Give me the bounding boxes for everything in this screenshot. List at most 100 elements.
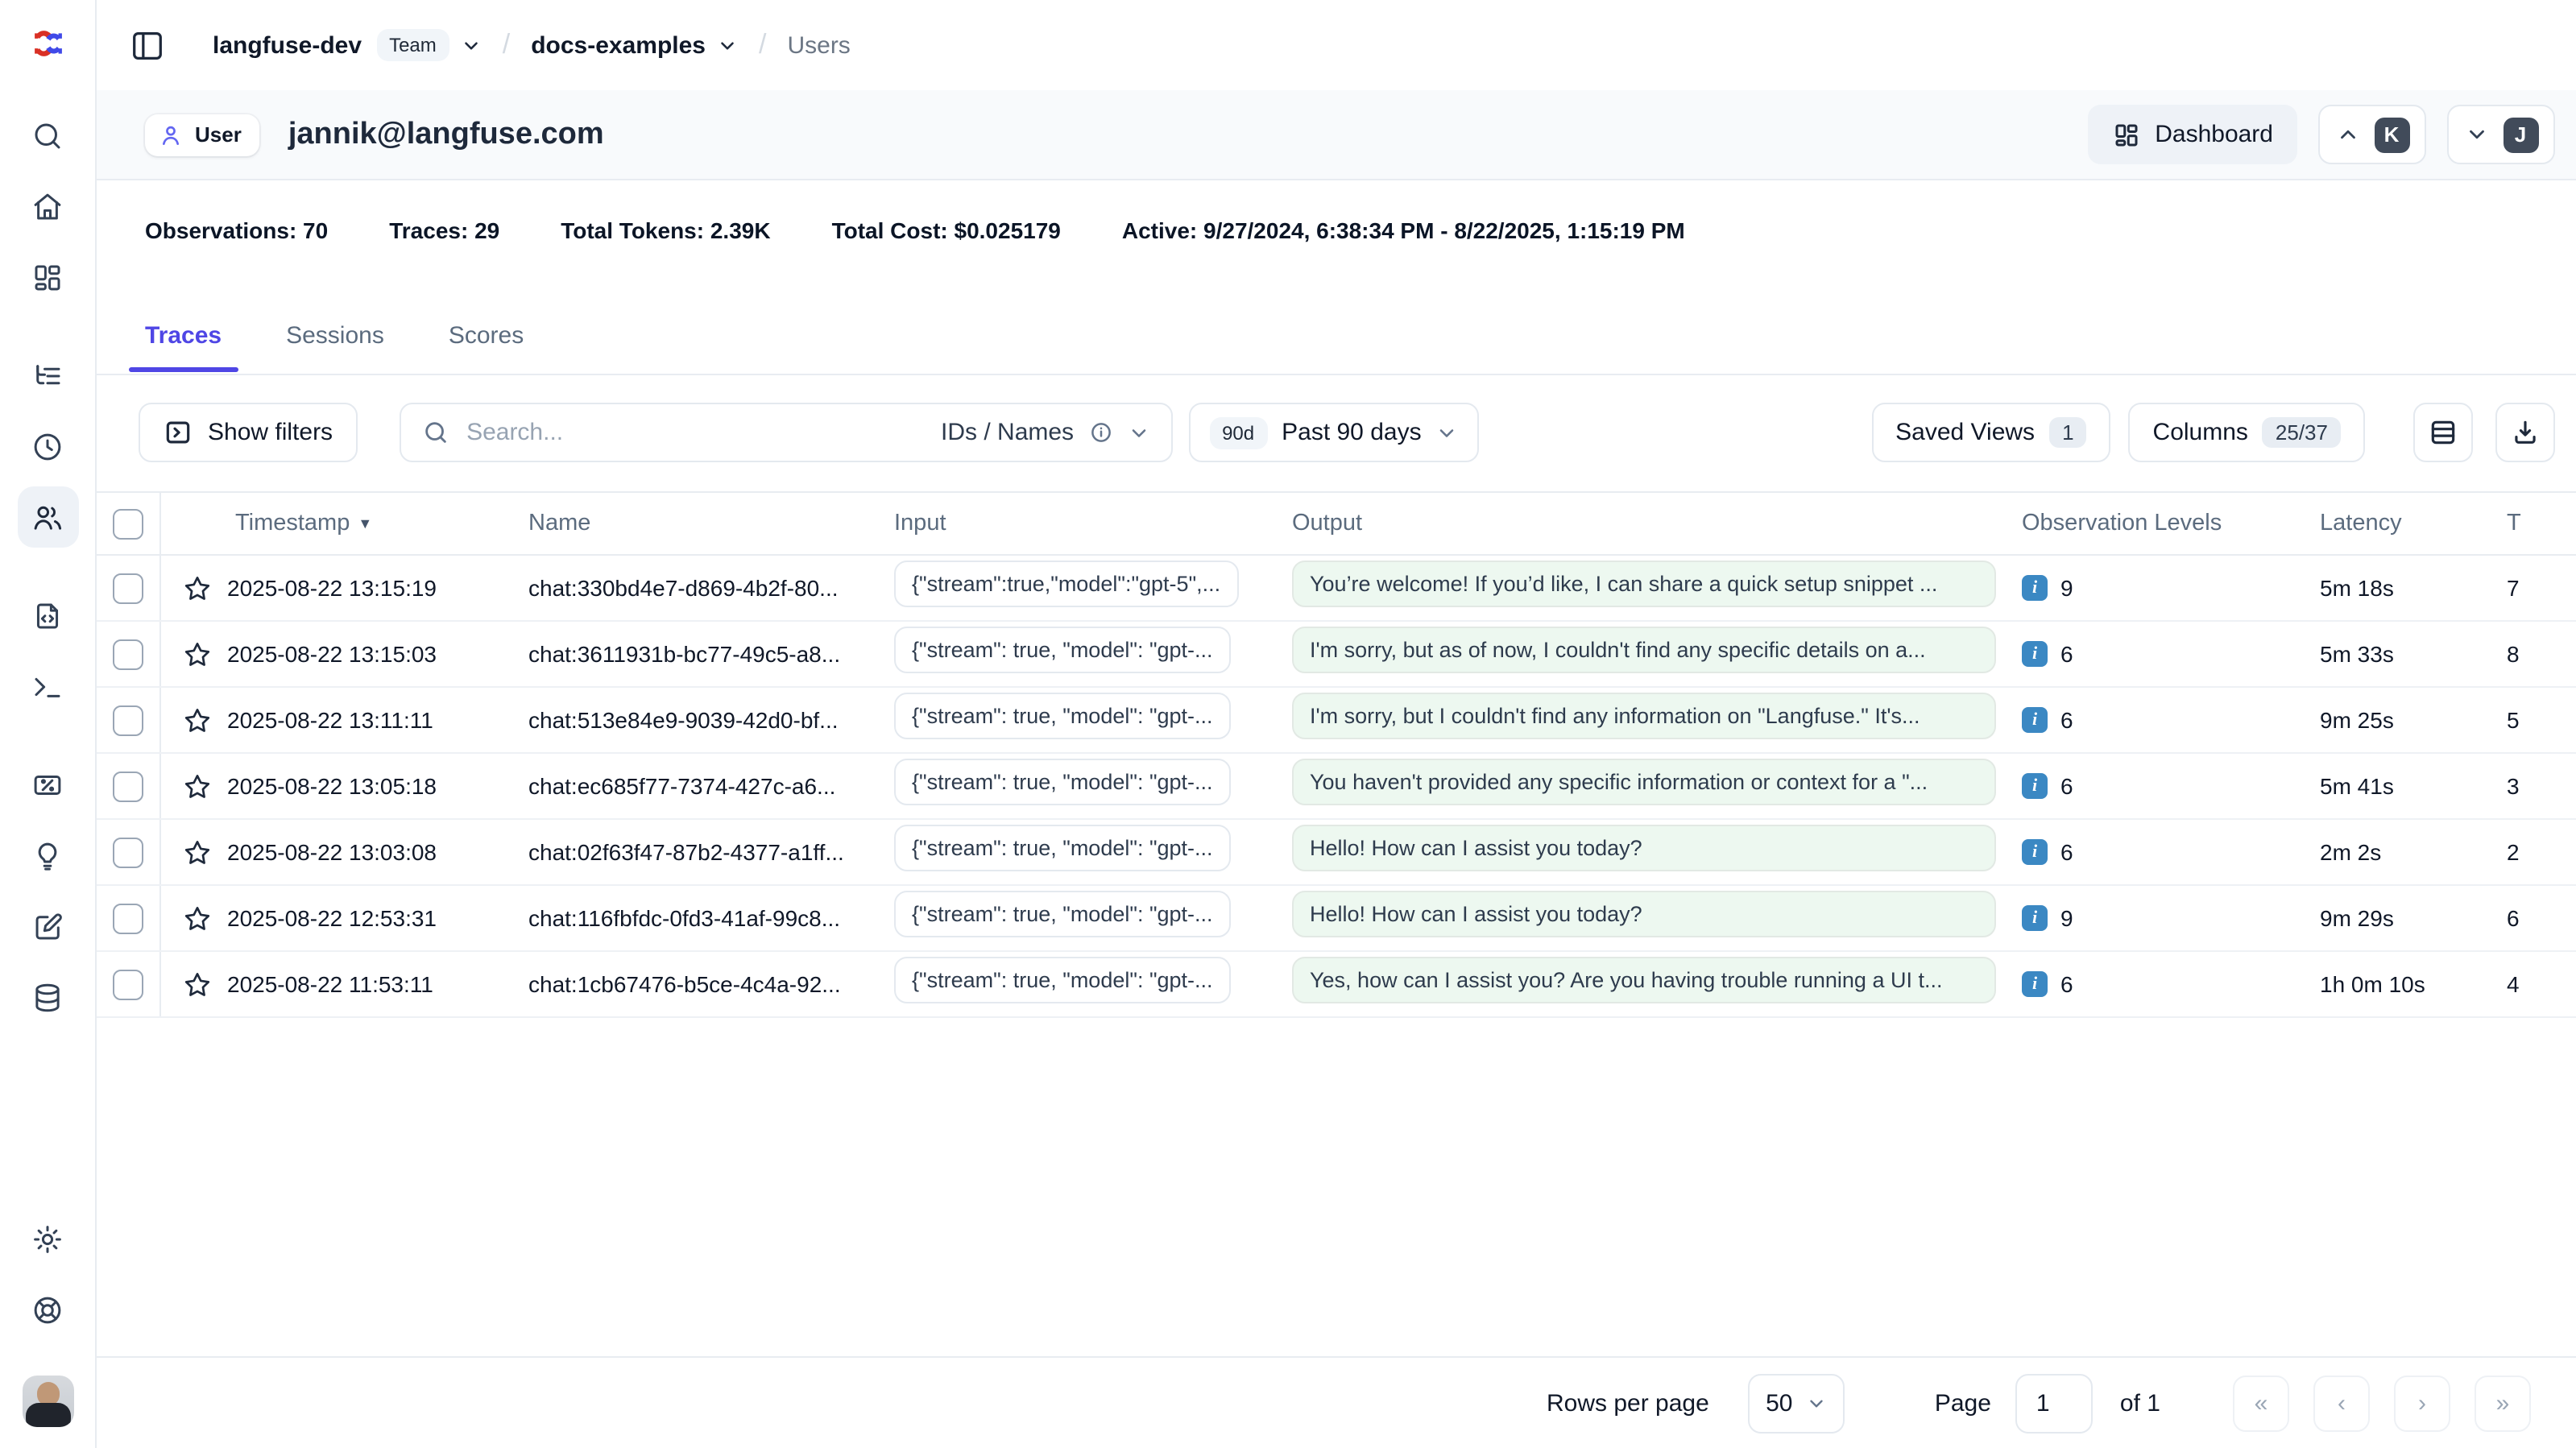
tab-sessions[interactable]: Sessions bbox=[270, 300, 400, 370]
timestamp-value: 2025-08-22 13:05:18 bbox=[227, 773, 437, 799]
sidebar-item-support[interactable] bbox=[17, 1279, 78, 1340]
column-header-timestamp[interactable]: Timestamp ▼ bbox=[161, 511, 528, 536]
next-user-button[interactable]: J bbox=[2447, 105, 2555, 164]
output-preview-chip[interactable]: You’re welcome! If you’d like, I can sha… bbox=[1292, 561, 1996, 607]
column-header-input[interactable]: Input bbox=[894, 511, 1292, 536]
search-mode-chevron-icon[interactable] bbox=[1127, 421, 1149, 444]
trace-name[interactable]: chat:3611931b-bc77-49c5-a8... bbox=[528, 641, 894, 667]
search-input[interactable]: Search... IDs / Names bbox=[399, 403, 1172, 462]
previous-page-button[interactable]: ‹ bbox=[2313, 1375, 2370, 1431]
latency-value: 2m 2s bbox=[2320, 839, 2507, 865]
input-preview-chip[interactable]: {"stream": true, "model": "gpt-... bbox=[894, 693, 1231, 739]
trace-name[interactable]: chat:02f63f47-87b2-4377-a1ff... bbox=[528, 839, 894, 865]
star-icon[interactable] bbox=[182, 969, 213, 999]
trace-name[interactable]: chat:330bd4e7-d869-4b2f-80... bbox=[528, 575, 894, 601]
select-all-checkbox[interactable] bbox=[112, 508, 143, 539]
output-preview-chip[interactable]: I'm sorry, but as of now, I couldn't fin… bbox=[1292, 627, 1996, 673]
columns-label: Columns bbox=[2153, 419, 2248, 446]
tab-traces[interactable]: Traces bbox=[129, 300, 238, 370]
columns-button[interactable]: Columns 25/37 bbox=[2129, 403, 2365, 462]
timestamp-header-label: Timestamp bbox=[235, 511, 350, 536]
next-page-button[interactable]: › bbox=[2394, 1375, 2450, 1431]
show-filters-button[interactable]: Show filters bbox=[139, 403, 357, 462]
sidebar-item-users[interactable] bbox=[17, 486, 78, 548]
table-row[interactable]: 2025-08-22 13:15:19 chat:330bd4e7-d869-4… bbox=[95, 556, 2576, 622]
sidebar-item-home[interactable] bbox=[17, 176, 78, 237]
row-checkbox[interactable] bbox=[112, 573, 143, 603]
column-header-observation-levels[interactable]: Observation Levels bbox=[2022, 511, 2320, 536]
langfuse-logo[interactable] bbox=[23, 19, 72, 68]
trace-name[interactable]: chat:1cb67476-b5ce-4c4a-92... bbox=[528, 971, 894, 997]
dashboard-button[interactable]: Dashboard bbox=[2087, 105, 2297, 164]
trace-name[interactable]: chat:116fbfdc-0fd3-41af-99c8... bbox=[528, 905, 894, 931]
sidebar-item-playground[interactable] bbox=[17, 656, 78, 717]
sidebar-item-sessions[interactable] bbox=[17, 416, 78, 477]
sidebar-item-prompts[interactable] bbox=[17, 585, 78, 646]
input-preview-chip[interactable]: {"stream": true, "model": "gpt-... bbox=[894, 759, 1231, 805]
output-preview-chip[interactable]: Hello! How can I assist you today? bbox=[1292, 825, 1996, 871]
user-avatar[interactable] bbox=[22, 1376, 73, 1427]
last-page-button[interactable]: » bbox=[2475, 1375, 2531, 1431]
table-row[interactable]: 2025-08-22 13:15:03 chat:3611931b-bc77-4… bbox=[95, 622, 2576, 688]
output-preview-chip[interactable]: You haven't provided any specific inform… bbox=[1292, 759, 1996, 805]
table-row[interactable]: 2025-08-22 11:53:11 chat:1cb67476-b5ce-4… bbox=[95, 952, 2576, 1018]
input-cell: {"stream": true, "model": "gpt-... bbox=[894, 627, 1292, 681]
sidebar-item-insights[interactable] bbox=[17, 825, 78, 886]
sidebar-item-tracing[interactable] bbox=[17, 345, 78, 406]
rows-per-page-select[interactable]: 50 bbox=[1748, 1373, 1845, 1433]
row-checkbox[interactable] bbox=[112, 837, 143, 867]
search-mode-label[interactable]: IDs / Names bbox=[941, 419, 1074, 446]
row-height-button[interactable] bbox=[2413, 403, 2473, 462]
breadcrumb-project[interactable]: docs-examples bbox=[531, 31, 706, 59]
trace-name[interactable]: chat:ec685f77-7374-427c-a6... bbox=[528, 773, 894, 799]
row-checkbox[interactable] bbox=[112, 969, 143, 999]
tab-scores[interactable]: Scores bbox=[433, 300, 540, 370]
star-icon[interactable] bbox=[182, 573, 213, 603]
row-checkbox[interactable] bbox=[112, 771, 143, 801]
org-switcher-chevron-icon[interactable] bbox=[461, 35, 482, 56]
export-button[interactable] bbox=[2495, 403, 2555, 462]
sidebar-item-datasets[interactable] bbox=[17, 966, 78, 1028]
sidebar-item-search[interactable] bbox=[17, 105, 78, 166]
time-range-select[interactable]: 90d Past 90 days bbox=[1188, 403, 1480, 462]
info-icon[interactable] bbox=[1088, 420, 1112, 445]
row-checkbox[interactable] bbox=[112, 705, 143, 735]
breadcrumb-org[interactable]: langfuse-dev bbox=[213, 31, 362, 59]
table-row[interactable]: 2025-08-22 12:53:31 chat:116fbfdc-0fd3-4… bbox=[95, 886, 2576, 952]
column-header-truncated[interactable]: T bbox=[2507, 511, 2576, 536]
column-header-latency[interactable]: Latency bbox=[2320, 511, 2507, 536]
input-cell: {"stream": true, "model": "gpt-... bbox=[894, 825, 1292, 879]
star-icon[interactable] bbox=[182, 771, 213, 801]
table-row[interactable]: 2025-08-22 13:11:11 chat:513e84e9-9039-4… bbox=[95, 688, 2576, 754]
row-checkbox[interactable] bbox=[112, 903, 143, 933]
output-preview-chip[interactable]: Yes, how can I assist you? Are you havin… bbox=[1292, 957, 1996, 1003]
column-header-name[interactable]: Name bbox=[528, 511, 894, 536]
saved-views-button[interactable]: Saved Views 1 bbox=[1871, 403, 2110, 462]
sidebar-item-dashboards[interactable] bbox=[17, 246, 78, 308]
column-header-output[interactable]: Output bbox=[1292, 511, 2022, 536]
page-number-input[interactable]: 1 bbox=[2015, 1373, 2093, 1433]
row-checkbox[interactable] bbox=[112, 639, 143, 669]
first-page-button[interactable]: « bbox=[2233, 1375, 2289, 1431]
sidebar-item-annotation[interactable] bbox=[17, 896, 78, 957]
input-preview-chip[interactable]: {"stream": true, "model": "gpt-... bbox=[894, 627, 1231, 673]
trace-name[interactable]: chat:513e84e9-9039-42d0-bf... bbox=[528, 707, 894, 733]
star-icon[interactable] bbox=[182, 705, 213, 735]
previous-user-button[interactable]: K bbox=[2318, 105, 2426, 164]
sidebar-toggle-button[interactable] bbox=[122, 21, 171, 69]
star-icon[interactable] bbox=[182, 903, 213, 933]
sidebar-item-settings[interactable] bbox=[17, 1208, 78, 1269]
table-row[interactable]: 2025-08-22 13:03:08 chat:02f63f47-87b2-4… bbox=[95, 820, 2576, 886]
project-switcher-chevron-icon[interactable] bbox=[717, 35, 738, 56]
stat-traces: Traces: 29 bbox=[389, 217, 499, 243]
input-preview-chip[interactable]: {"stream": true, "model": "gpt-... bbox=[894, 825, 1231, 871]
input-preview-chip[interactable]: {"stream": true, "model": "gpt-... bbox=[894, 957, 1231, 1003]
table-row[interactable]: 2025-08-22 13:05:18 chat:ec685f77-7374-4… bbox=[95, 754, 2576, 820]
output-preview-chip[interactable]: Hello! How can I assist you today? bbox=[1292, 891, 1996, 937]
input-preview-chip[interactable]: {"stream": true, "model": "gpt-... bbox=[894, 891, 1231, 937]
input-preview-chip[interactable]: {"stream":true,"model":"gpt-5",... bbox=[894, 561, 1238, 607]
output-preview-chip[interactable]: I'm sorry, but I couldn't find any infor… bbox=[1292, 693, 1996, 739]
star-icon[interactable] bbox=[182, 639, 213, 669]
star-icon[interactable] bbox=[182, 837, 213, 867]
sidebar-item-evaluation[interactable] bbox=[17, 754, 78, 815]
